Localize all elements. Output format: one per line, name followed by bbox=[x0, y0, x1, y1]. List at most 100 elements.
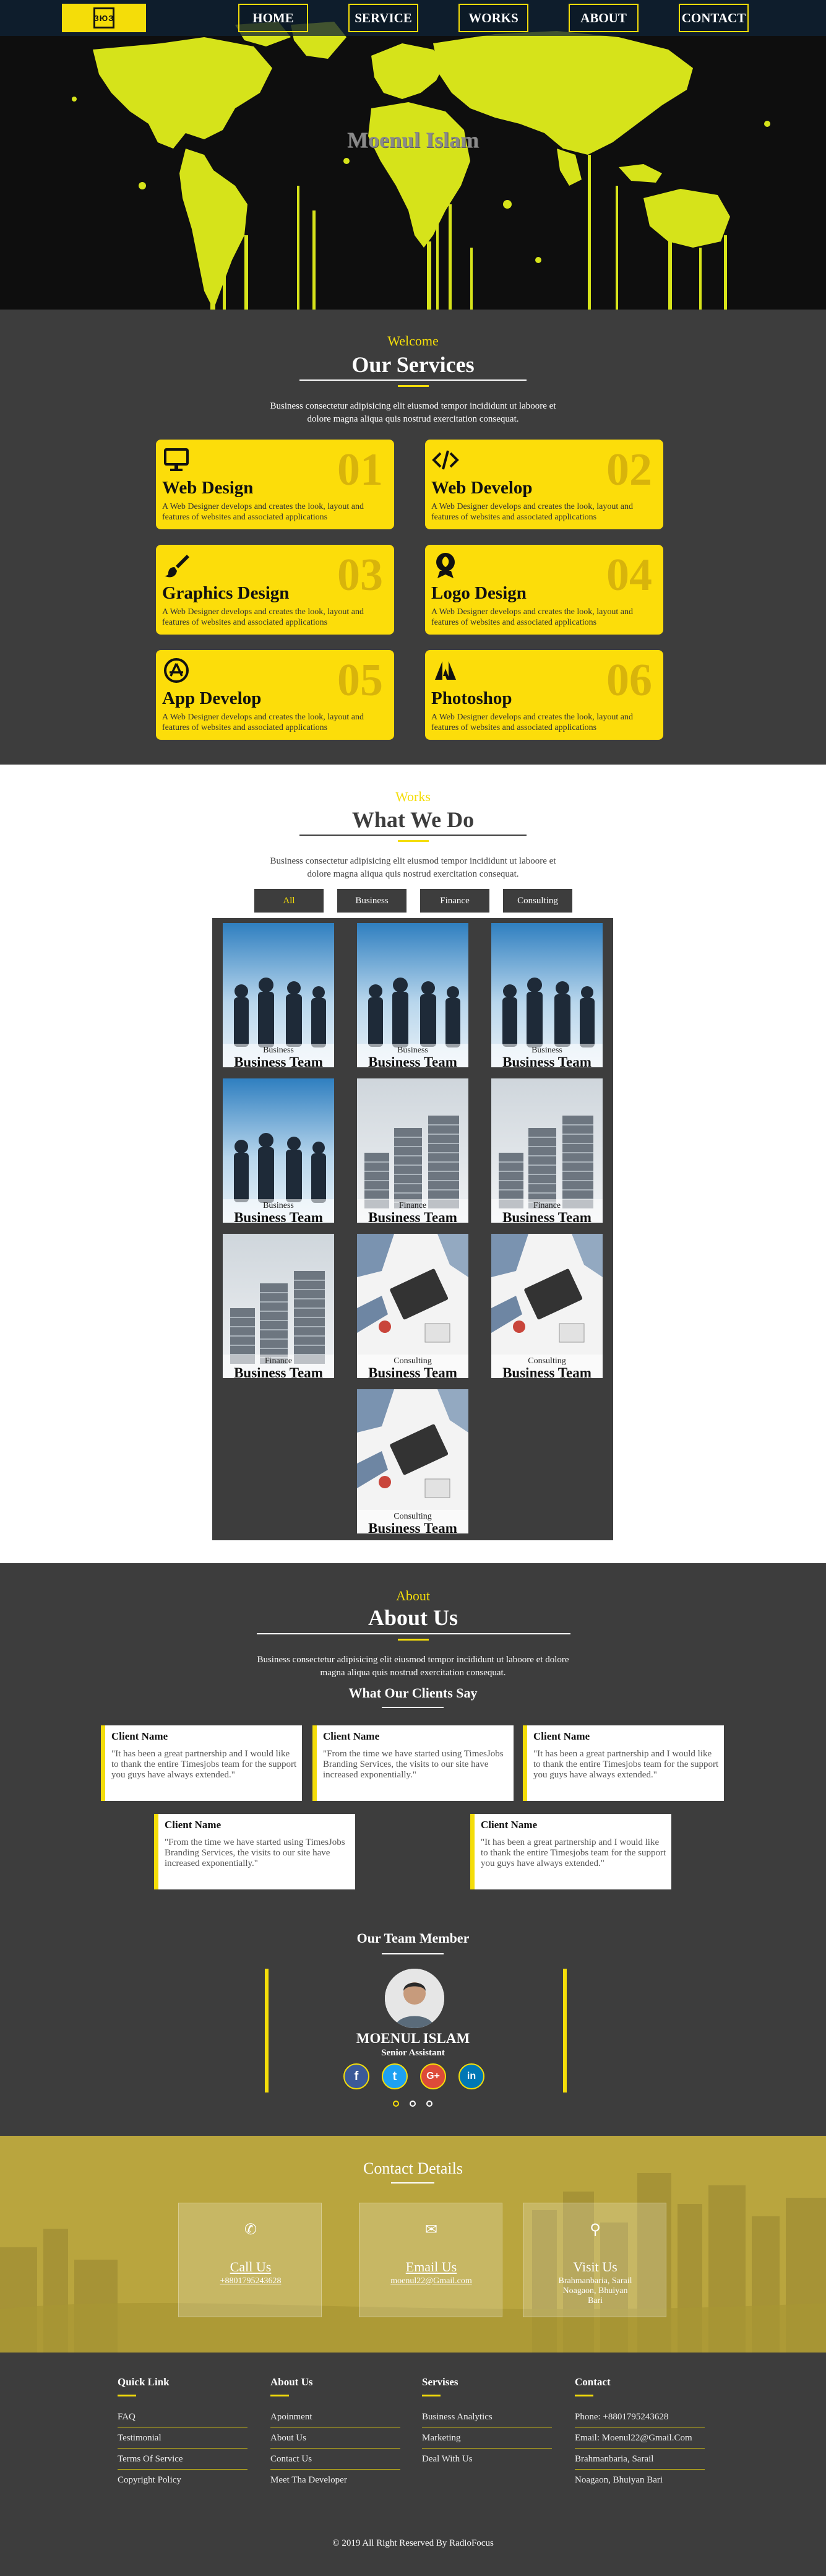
contact-email-title[interactable]: Email Us bbox=[359, 2259, 503, 2275]
envelope-icon: ✉ bbox=[424, 2222, 438, 2238]
contact-visit-card[interactable]: ⚲ Visit Us Brahmanbaria, Sarail Noagaon,… bbox=[523, 2203, 666, 2317]
linkedin-icon[interactable]: in bbox=[458, 2063, 484, 2089]
footer-link[interactable]: Testimonial bbox=[118, 2433, 247, 2448]
footer-link[interactable]: Apoinment bbox=[270, 2412, 400, 2427]
contact-visit-title: Visit Us bbox=[573, 2259, 617, 2275]
footer-contact-phone: Phone: +8801795243628 bbox=[575, 2412, 705, 2427]
footer-heading-accent bbox=[575, 2395, 593, 2396]
testimonial-name: Client Name bbox=[165, 1819, 222, 1831]
carousel-dot-2[interactable] bbox=[410, 2101, 416, 2107]
team-member-role: Senior Assistant bbox=[381, 2048, 445, 2058]
phone-icon: ✆ bbox=[244, 2222, 257, 2238]
service-card-web-develop[interactable]: 02 Web Develop A Web Designer develops a… bbox=[425, 440, 663, 529]
footer-contact-address-2: Noagaon, Bhuiyan Bari bbox=[575, 2475, 663, 2485]
carousel-dot-1[interactable] bbox=[393, 2101, 399, 2107]
portfolio-title: Business Team bbox=[368, 1365, 457, 1378]
service-card-photoshop[interactable]: 06 Photoshop A Web Designer develops and… bbox=[425, 650, 663, 740]
filter-all-button[interactable]: All bbox=[254, 889, 324, 913]
footer-link[interactable]: Marketing bbox=[422, 2433, 552, 2448]
service-title: Graphics Design bbox=[162, 583, 290, 603]
service-description: A Web Designer develops and creates the … bbox=[431, 713, 633, 732]
contact-call-value[interactable]: +8801795243628 bbox=[179, 2276, 322, 2286]
contact-call-title[interactable]: Call Us bbox=[179, 2259, 322, 2275]
service-description: A Web Designer develops and creates the … bbox=[162, 713, 364, 732]
page: ЗЮЗ HOME SERVICE WORKS ABOUT CONTACT Moe… bbox=[0, 0, 826, 2576]
testimonial-card: Client Name "It has been a great partner… bbox=[470, 1814, 671, 1889]
portfolio-item[interactable]: Business Business Team bbox=[491, 923, 603, 1067]
service-card-web-design[interactable]: 01 Web Design A Web Designer develops an… bbox=[156, 440, 394, 529]
nav-contact-button[interactable]: CONTACT bbox=[679, 4, 749, 32]
service-number: 01 bbox=[337, 445, 383, 495]
footer-link[interactable]: Meet Tha Developer bbox=[270, 2475, 400, 2490]
portfolio-title: Business Team bbox=[234, 1365, 323, 1378]
testimonial-text: "From the time we have started using Tim… bbox=[323, 1749, 504, 1780]
carousel-dot-3[interactable] bbox=[426, 2101, 432, 2107]
nav-home-button[interactable]: HOME bbox=[238, 4, 308, 32]
contact-email-value[interactable]: moenul22@Gmail.com bbox=[359, 2276, 503, 2286]
service-card-logo-design[interactable]: 04 Logo Design A Web Designer develops a… bbox=[425, 545, 663, 635]
filter-business-button[interactable]: Business bbox=[337, 889, 407, 913]
testimonial-text: "It has been a great partnership and I w… bbox=[481, 1837, 666, 1868]
footer-link[interactable]: Contact Us bbox=[270, 2454, 400, 2470]
portfolio-item[interactable]: Finance Business Team bbox=[491, 1078, 603, 1223]
nav-about-button[interactable]: ABOUT bbox=[569, 4, 639, 32]
works-title-accent bbox=[398, 840, 429, 842]
portfolio-title: Business Team bbox=[368, 1210, 457, 1223]
portfolio-item[interactable]: Business Business Team bbox=[357, 923, 468, 1067]
services-title-rule bbox=[299, 379, 527, 381]
service-number: 04 bbox=[606, 550, 652, 601]
services-description: Business consectetur adipisicing elit ei… bbox=[270, 401, 556, 424]
nav-service-button[interactable]: SERVICE bbox=[348, 4, 418, 32]
location-pin-icon: ⚲ bbox=[590, 2222, 601, 2238]
footer-link[interactable]: Copyright Policy bbox=[118, 2475, 247, 2490]
testimonial-name: Client Name bbox=[533, 1730, 590, 1742]
portfolio-item[interactable]: Consulting Business Team bbox=[491, 1234, 603, 1378]
footer-link[interactable]: FAQ bbox=[118, 2412, 247, 2427]
contact-visit-value: Brahmanbaria, Sarail Noagaon, Bhuiyan Ba… bbox=[558, 2276, 632, 2305]
logo-mark: ЗЮЗ bbox=[93, 7, 114, 28]
clients-say-title: What Our Clients Say bbox=[348, 1685, 478, 1701]
testimonial-name: Client Name bbox=[323, 1730, 380, 1742]
footer-link[interactable]: Business Analytics bbox=[422, 2412, 552, 2427]
site-logo[interactable]: ЗЮЗ bbox=[62, 4, 146, 32]
facebook-icon[interactable]: f bbox=[343, 2063, 369, 2089]
filter-consulting-button[interactable]: Consulting bbox=[503, 889, 572, 913]
service-card-app-develop[interactable]: 05 App Develop A Web Designer develops a… bbox=[156, 650, 394, 740]
footer-contact-email: Email: Moenul22@Gmail.Com bbox=[575, 2433, 705, 2448]
footer-link[interactable]: About Us bbox=[270, 2433, 400, 2448]
footer-link[interactable]: Terms Of Service bbox=[118, 2454, 247, 2470]
testimonial-text: "From the time we have started using Tim… bbox=[165, 1837, 345, 1868]
filter-finance-button[interactable]: Finance bbox=[420, 889, 489, 913]
twitter-icon[interactable]: t bbox=[382, 2063, 408, 2089]
service-title: Web Develop bbox=[431, 478, 533, 498]
contact-email-card[interactable]: ✉ Email Us moenul22@Gmail.com bbox=[359, 2203, 502, 2317]
google-plus-icon[interactable]: G+ bbox=[420, 2063, 446, 2089]
portfolio-item[interactable]: Business Business Team bbox=[223, 1078, 334, 1223]
service-description: A Web Designer develops and creates the … bbox=[162, 607, 364, 627]
hero-section: ЗЮЗ HOME SERVICE WORKS ABOUT CONTACT Moe… bbox=[0, 0, 826, 310]
footer-contact-address-1: Brahmanbaria, Sarail bbox=[575, 2454, 705, 2470]
code-icon bbox=[432, 450, 459, 470]
portfolio-item[interactable]: Consulting Business Team bbox=[357, 1234, 468, 1378]
nav-works-button[interactable]: WORKS bbox=[458, 4, 528, 32]
testimonial-name: Client Name bbox=[481, 1819, 538, 1831]
service-card-graphics-design[interactable]: 03 Graphics Design A Web Designer develo… bbox=[156, 545, 394, 635]
service-number: 02 bbox=[606, 445, 652, 495]
contact-call-card[interactable]: ✆ Call Us +8801795243628 bbox=[178, 2203, 322, 2317]
services-title: Our Services bbox=[351, 352, 475, 377]
portfolio-item[interactable]: Business Business Team bbox=[223, 923, 334, 1067]
contact-title: Contact Details bbox=[363, 2159, 463, 2177]
about-description: Business consectetur adipisicing elit ei… bbox=[257, 1655, 569, 1678]
testimonial-text: "It has been a great partnership and I w… bbox=[533, 1749, 719, 1780]
portfolio-item[interactable]: Consulting Business Team bbox=[357, 1389, 468, 1533]
services-title-accent bbox=[398, 385, 429, 387]
top-navbar: ЗЮЗ HOME SERVICE WORKS ABOUT CONTACT bbox=[0, 0, 826, 36]
portfolio-title: Business Team bbox=[368, 1520, 457, 1533]
footer-heading-contact: Contact bbox=[575, 2376, 611, 2388]
contact-title-rule bbox=[391, 2182, 434, 2184]
about-section: About About Us Business consectetur adip… bbox=[0, 1563, 826, 2136]
portfolio-item[interactable]: Finance Business Team bbox=[223, 1234, 334, 1378]
footer-link[interactable]: Deal With Us bbox=[422, 2454, 552, 2469]
portfolio-title: Business Team bbox=[502, 1365, 592, 1378]
portfolio-item[interactable]: Finance Business Team bbox=[357, 1078, 468, 1223]
